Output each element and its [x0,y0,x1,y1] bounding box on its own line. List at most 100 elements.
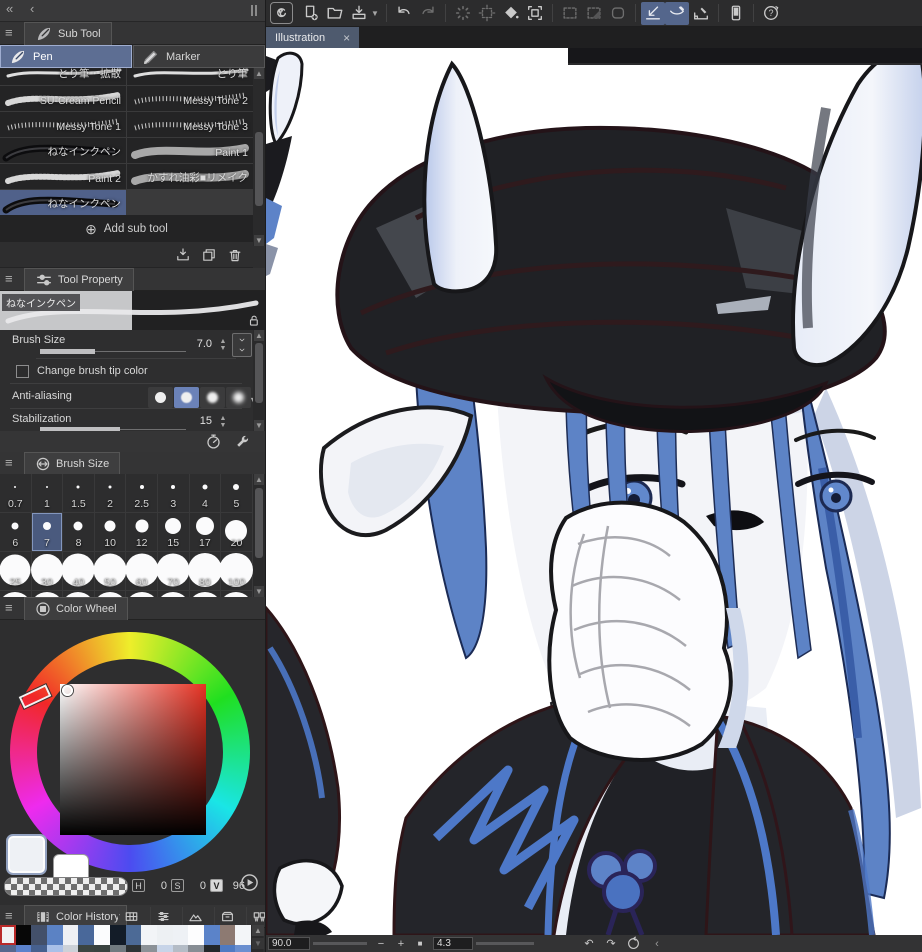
brush-size-cell[interactable]: 1.5 [63,474,95,513]
brush-size-cell[interactable]: 7 [31,513,64,552]
brush-size-cell[interactable]: 25 [0,552,32,591]
reselect-icon[interactable] [475,2,499,25]
brush-size-cell[interactable]: 15 [157,513,190,552]
history-swatch[interactable] [31,925,48,945]
fill-icon[interactable] [499,2,523,25]
history-swatch[interactable] [219,925,236,945]
brush-size-cell[interactable]: 4 [189,474,222,513]
brush-size-cell[interactable]: 50 [93,552,127,591]
brush-size-cell[interactable]: 80 [187,552,222,591]
history-swatch[interactable] [15,925,32,945]
delete-tool-icon[interactable] [227,247,243,263]
history-swatch[interactable] [78,925,95,945]
rotation-slider[interactable] [476,942,534,945]
anti-aliasing-option-2[interactable] [200,387,225,408]
sub-tool-detail-icon[interactable] [234,433,251,450]
companion-mode-icon[interactable] [724,2,748,25]
history-swatch[interactable] [141,925,157,945]
brush-size-cell[interactable]: 10 [94,513,127,552]
tab-tool-property[interactable]: Tool Property [24,268,134,291]
brush-size-cell[interactable]: 100 [219,552,253,591]
collapse-panel-icon[interactable]: « [6,1,13,16]
fit-to-screen-button[interactable]: ■ [411,937,429,951]
brush-item[interactable]: ねなインクペン [0,138,126,163]
tool-property-scrollbar[interactable]: ▲ ▼ [253,330,265,431]
history-swatch[interactable] [172,925,189,945]
brush-size-cell[interactable]: 3 [157,474,190,513]
tool-marker[interactable]: Marker [133,45,265,68]
history-swatch[interactable] [94,925,110,945]
saturation-value-square[interactable] [60,684,206,835]
panel-grip-icon[interactable] [251,5,257,16]
import-tool-icon[interactable] [175,247,191,263]
history-swatch[interactable] [0,945,16,952]
history-swatch[interactable] [172,945,189,952]
tab-color-set-icon[interactable] [118,907,144,926]
history-swatch[interactable] [62,925,79,945]
history-swatch[interactable] [15,945,32,952]
status-redo-button[interactable]: ↷ [600,937,622,951]
help-sync-icon[interactable]: ? [759,2,783,25]
redo-icon[interactable] [416,2,440,25]
brush-size-cell[interactable]: 1 [31,474,64,513]
transparent-color-swatch[interactable] [4,877,128,896]
brush-size-slider[interactable] [40,349,186,354]
history-swatch[interactable] [203,925,220,945]
brush-size-spinner[interactable]: ▲ ▼ [216,336,230,354]
open-file-icon[interactable] [323,2,347,25]
collapse-bar-icon[interactable]: ‹ [647,937,667,951]
rect-select-icon[interactable] [558,2,582,25]
brush-size-cell[interactable]: 60 [125,552,159,591]
brush-item[interactable]: Paint 2 [0,164,126,189]
tab-color-wheel[interactable]: Color Wheel [24,597,128,620]
stabilization-spinner[interactable]: ▲ ▼ [216,413,230,431]
tab-approximate-color-icon[interactable] [182,907,208,926]
tool-pen[interactable]: Pen [0,45,132,68]
brush-size-cell[interactable]: 70 [156,552,190,591]
rounded-select-icon[interactable] [606,2,630,25]
close-document-icon[interactable]: × [343,31,350,45]
deselect-icon[interactable] [451,2,475,25]
brush-size-cell[interactable]: 30 [30,552,64,591]
history-swatch[interactable] [188,925,204,945]
zoom-in-button[interactable]: + [391,937,411,951]
history-swatch[interactable] [109,945,126,952]
brush-size-scrollbar[interactable]: ▲ ▼ [253,474,265,597]
back-icon[interactable]: ‹ [30,1,34,16]
snap-to-special-ruler-icon[interactable] [665,1,689,25]
history-swatch[interactable] [31,945,48,952]
snap-to-ruler-icon[interactable] [641,1,665,25]
brush-size-cell[interactable]: 0.7 [0,474,32,513]
subtool-menu-icon[interactable]: ≡ [5,25,13,40]
history-swatch[interactable] [125,945,142,952]
brush-size-cell[interactable]: 40 [61,552,95,591]
reset-all-settings-icon[interactable] [205,433,222,450]
history-swatch[interactable] [156,925,173,945]
tab-sub-tool[interactable]: Sub Tool [24,22,112,45]
duplicate-tool-icon[interactable] [201,247,217,263]
color-history-scrollbar[interactable]: ▲ ▼ [251,925,264,952]
history-swatch[interactable] [203,945,220,952]
zoom-out-button[interactable]: − [371,937,391,951]
brush-item[interactable]: Messy Tone 3 [127,112,253,137]
lasso-select-icon[interactable] [582,2,606,25]
brush-item[interactable]: Messy Tone 2 [127,86,253,111]
undo-icon[interactable] [392,2,416,25]
color-mixer-icon[interactable] [240,873,259,892]
rotation-value[interactable]: 4.3 [433,937,473,950]
anti-aliasing-option-1[interactable] [174,387,199,408]
brush-list-scrollbar[interactable]: ▲ ▼ [253,68,265,246]
brush-size-cell[interactable]: 2.5 [126,474,158,513]
brush-size-cell[interactable]: 17 [189,513,222,552]
status-undo-button[interactable]: ↶ [578,937,600,951]
brush-item[interactable]: かすれ油彩■リメイク [127,164,253,189]
tab-brush-size[interactable]: Brush Size [24,452,121,475]
brush-size-cell[interactable]: 6 [0,513,32,552]
brush-size-cell[interactable]: 8 [63,513,95,552]
history-swatch[interactable] [47,925,63,945]
brush-item[interactable]: Paint 1 [127,138,253,163]
history-swatch[interactable] [78,945,95,952]
tool-property-menu-icon[interactable]: ≡ [5,271,13,286]
history-swatch[interactable] [235,925,251,945]
unlock-icon[interactable] [246,313,261,328]
